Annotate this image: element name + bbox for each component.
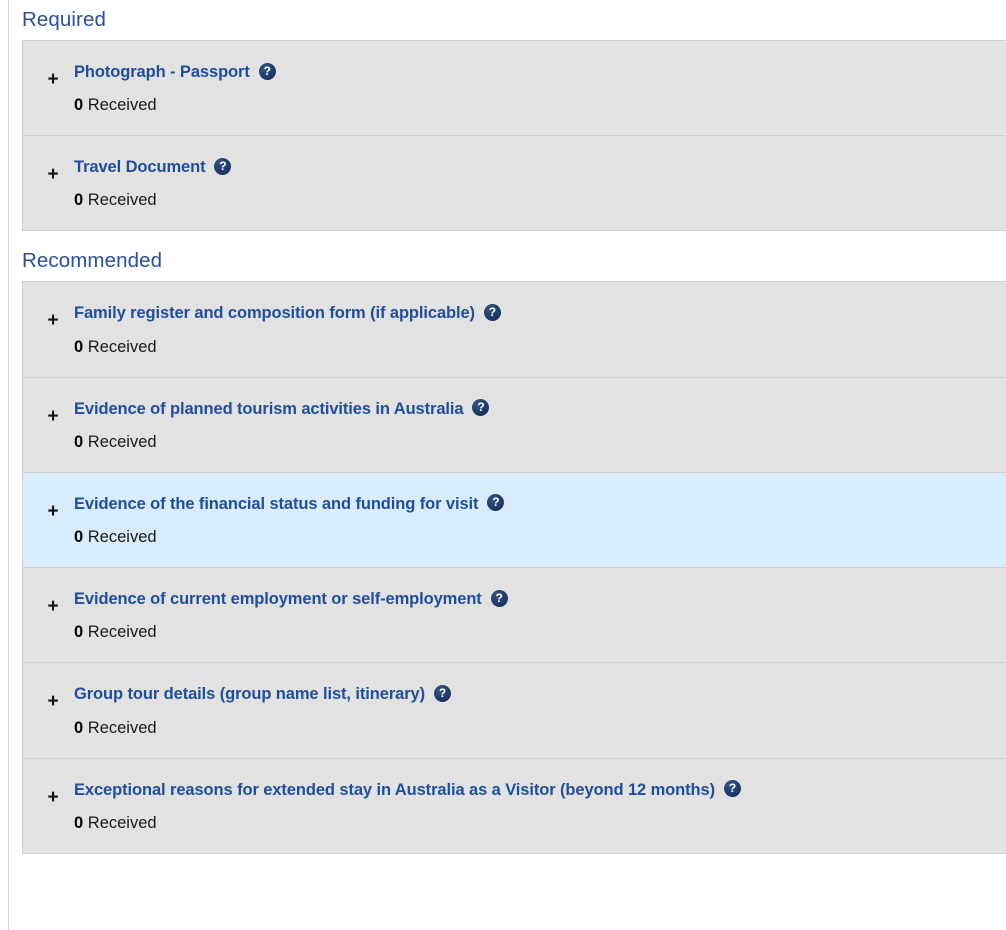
document-title-line: Exceptional reasons for extended stay in…: [74, 780, 1006, 800]
received-label: Received: [88, 528, 157, 546]
received-count: 0: [74, 96, 83, 114]
help-icon[interactable]: ?: [487, 494, 504, 511]
received-label: Received: [88, 191, 157, 209]
document-title-link[interactable]: Group tour details (group name list, iti…: [74, 685, 425, 703]
table-row[interactable]: + Evidence of current employment or self…: [23, 568, 1006, 663]
received-label: Received: [88, 623, 157, 641]
recommended-document-panel: + Family register and composition form (…: [22, 281, 1006, 853]
received-status: 0 Received: [74, 95, 1006, 115]
table-row-selected[interactable]: + Evidence of the financial status and f…: [23, 472, 1006, 568]
document-title-link[interactable]: Evidence of planned tourism activities i…: [74, 400, 463, 418]
received-status: 0 Received: [74, 622, 1006, 642]
received-label: Received: [88, 814, 157, 832]
document-title-link[interactable]: Exceptional reasons for extended stay in…: [74, 781, 715, 799]
help-icon[interactable]: ?: [724, 780, 741, 797]
document-title-link[interactable]: Evidence of current employment or self-e…: [74, 590, 482, 608]
table-row[interactable]: + Family register and composition form (…: [23, 282, 1006, 377]
received-status: 0 Received: [74, 190, 1006, 210]
help-icon[interactable]: ?: [214, 158, 231, 175]
document-checklist-page: Required + Photograph - Passport? 0 Rece…: [0, 0, 1006, 930]
document-title-line: Evidence of planned tourism activities i…: [74, 399, 1006, 419]
table-row[interactable]: + Group tour details (group name list, i…: [23, 663, 1006, 758]
help-icon[interactable]: ?: [259, 63, 276, 80]
document-title-line: Photograph - Passport?: [74, 62, 1006, 82]
document-title-link[interactable]: Photograph - Passport: [74, 63, 250, 81]
help-icon[interactable]: ?: [491, 590, 508, 607]
help-icon[interactable]: ?: [434, 685, 451, 702]
section-heading-recommended: Recommended: [22, 248, 1006, 274]
required-document-panel: + Photograph - Passport? 0 Received +: [22, 40, 1006, 231]
document-title-link[interactable]: Travel Document: [74, 158, 205, 176]
help-icon[interactable]: ?: [472, 399, 489, 416]
document-title-line: Travel Document?: [74, 157, 1006, 177]
expand-plus-icon[interactable]: +: [45, 790, 61, 806]
expand-plus-icon[interactable]: +: [45, 167, 61, 183]
received-label: Received: [88, 433, 157, 451]
received-label: Received: [88, 719, 157, 737]
checklist-content: Required + Photograph - Passport? 0 Rece…: [9, 0, 1006, 930]
document-title-line: Evidence of the financial status and fun…: [74, 494, 1006, 514]
received-count: 0: [74, 433, 83, 451]
section-heading-required: Required: [22, 7, 1006, 33]
document-title-line: Evidence of current employment or self-e…: [74, 589, 1006, 609]
table-row[interactable]: + Exceptional reasons for extended stay …: [23, 759, 1006, 853]
expand-plus-icon[interactable]: +: [45, 313, 61, 329]
received-status: 0 Received: [74, 718, 1006, 738]
received-count: 0: [74, 191, 83, 209]
received-status: 0 Received: [74, 432, 1006, 452]
expand-plus-icon[interactable]: +: [45, 504, 61, 520]
received-label: Received: [88, 96, 157, 114]
expand-plus-icon[interactable]: +: [45, 72, 61, 88]
received-status: 0 Received: [74, 337, 1006, 357]
received-label: Received: [88, 338, 157, 356]
section-required: Required + Photograph - Passport? 0 Rece…: [22, 0, 1006, 231]
document-title-line: Family register and composition form (if…: [74, 303, 1006, 323]
received-count: 0: [74, 528, 83, 546]
expand-plus-icon[interactable]: +: [45, 694, 61, 710]
received-count: 0: [74, 623, 83, 641]
received-count: 0: [74, 719, 83, 737]
expand-plus-icon[interactable]: +: [45, 599, 61, 615]
document-title-link[interactable]: Family register and composition form (if…: [74, 304, 475, 322]
help-icon[interactable]: ?: [484, 304, 501, 321]
received-count: 0: [74, 814, 83, 832]
section-recommended: Recommended + Family register and compos…: [22, 231, 1006, 853]
table-row[interactable]: + Travel Document? 0 Received: [23, 136, 1006, 230]
received-count: 0: [74, 338, 83, 356]
expand-plus-icon[interactable]: +: [45, 409, 61, 425]
document-title-line: Group tour details (group name list, iti…: [74, 684, 1006, 704]
document-title-link[interactable]: Evidence of the financial status and fun…: [74, 495, 478, 513]
table-row[interactable]: + Evidence of planned tourism activities…: [23, 378, 1006, 473]
received-status: 0 Received: [74, 813, 1006, 833]
table-row[interactable]: + Photograph - Passport? 0 Received: [23, 41, 1006, 136]
received-status: 0 Received: [74, 527, 1006, 547]
